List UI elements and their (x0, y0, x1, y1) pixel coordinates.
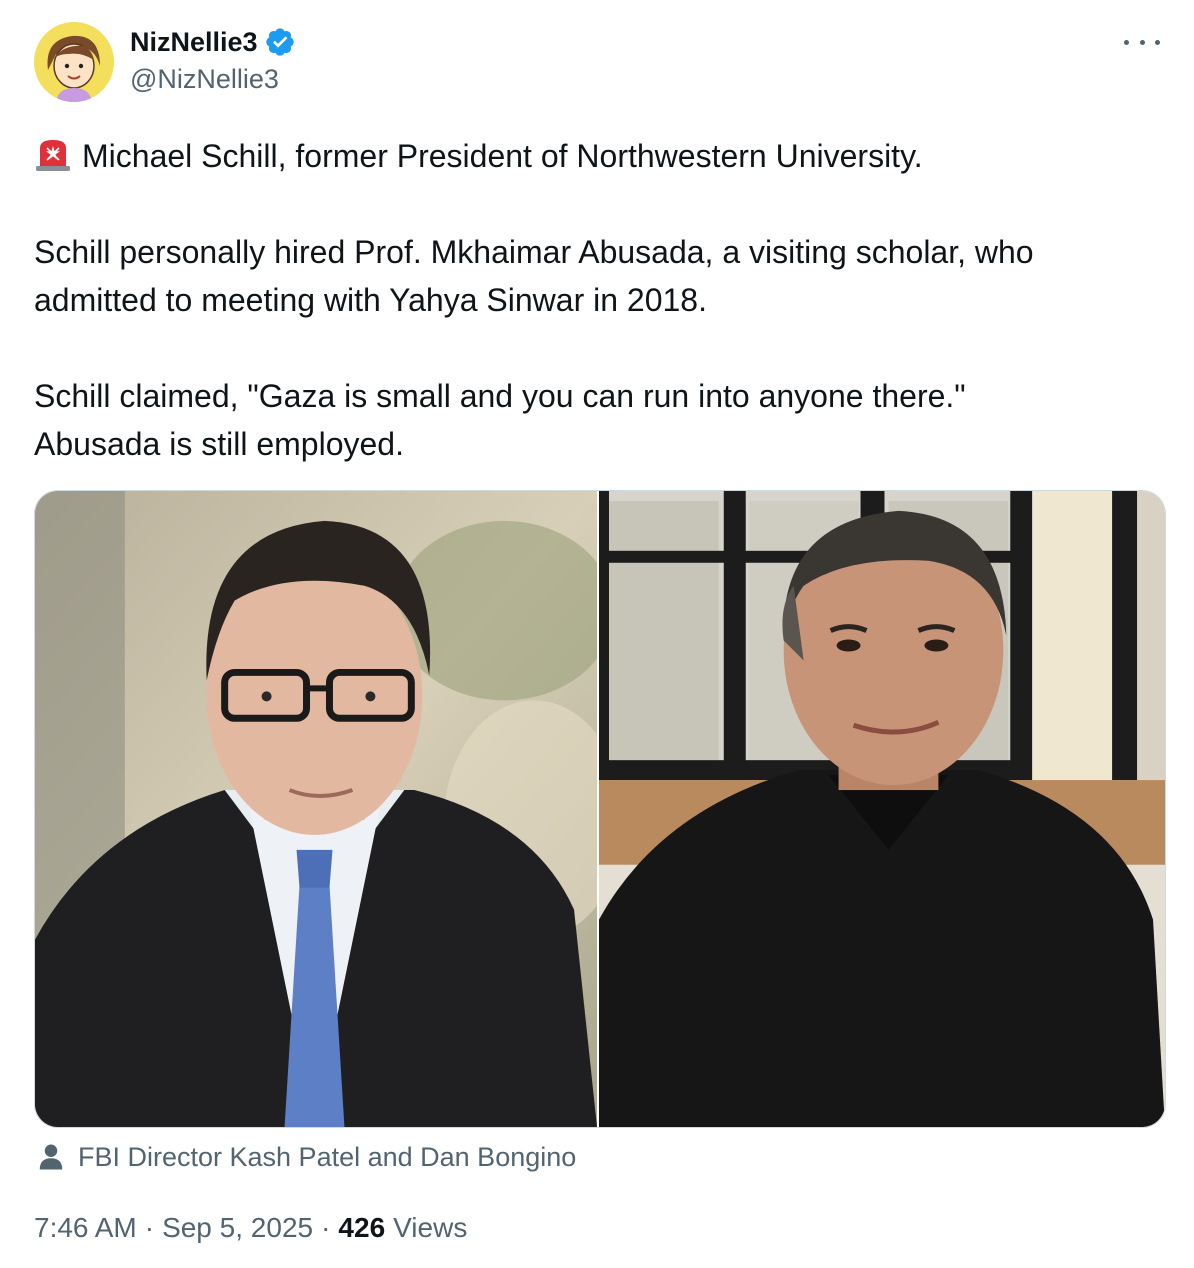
meta-separator: · (321, 1212, 331, 1243)
more-dot-icon (1124, 39, 1129, 45)
photo-image (35, 491, 597, 1127)
tweet-spacer: ​ (34, 324, 1164, 372)
tagged-users-text: FBI Director Kash Patel and Dan Bongino (78, 1141, 577, 1172)
tweet-spacer: ​ (34, 180, 1164, 228)
more-options-button[interactable] (1124, 32, 1160, 52)
author-handle[interactable]: @NizNellie3 (130, 64, 279, 95)
siren-emoji-icon (36, 140, 70, 171)
tweet-paragraph-3-line-2: Abusada is still employed. (34, 426, 404, 462)
views-count: 426 (338, 1212, 386, 1243)
author-display-name[interactable]: NizNellie3 (130, 27, 258, 58)
meta-separator: · (144, 1212, 155, 1243)
tagged-users[interactable]: FBI Director Kash Patel and Dan Bongino (36, 1138, 576, 1176)
tweet-text: Michael Schill, former President of Nort… (34, 132, 1164, 468)
person-icon (39, 1144, 63, 1170)
cartoon-girl-avatar-icon (34, 22, 114, 102)
tweet-date[interactable]: Sep 5, 2025 (162, 1212, 313, 1244)
tweet-meta: 7:46 AM · Sep 5, 2025 · 426 Views (34, 1212, 467, 1244)
tweet-time[interactable]: 7:46 AM (34, 1212, 137, 1244)
tweet-line-1-text: Michael Schill, former President of Nort… (82, 138, 923, 174)
photo-man-in-black-shirt[interactable] (599, 491, 1165, 1127)
avatar[interactable] (34, 22, 114, 102)
tweet-paragraph-3-line-1: Schill claimed, "Gaza is small and you c… (34, 378, 966, 414)
tweet-line-1: Michael Schill, former President of Nort… (34, 132, 1164, 180)
photo-image (599, 491, 1165, 1127)
views-label: Views (393, 1212, 468, 1243)
photo-man-in-suit-glasses[interactable] (35, 491, 597, 1127)
tweet-media[interactable] (34, 490, 1166, 1128)
tweet-paragraph-2: Schill personally hired Prof. Mkhaimar A… (34, 234, 1043, 318)
verified-badge-icon[interactable] (264, 26, 296, 58)
more-dot-icon (1155, 39, 1160, 45)
more-dot-icon (1139, 39, 1145, 45)
tweet: NizNellie3 @NizNellie3 Michael Schill, f… (0, 0, 1194, 1268)
author-name-row: NizNellie3 (130, 26, 296, 58)
